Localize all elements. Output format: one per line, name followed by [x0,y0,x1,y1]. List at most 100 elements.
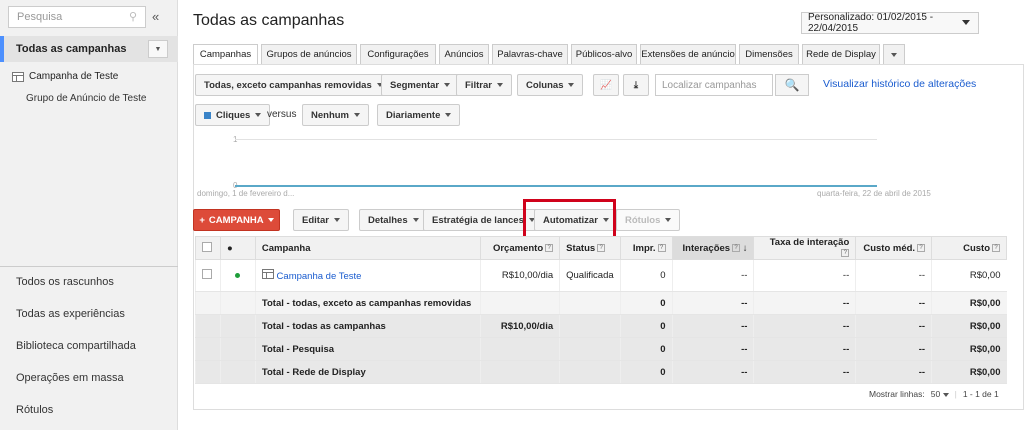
column-header-status[interactable]: Status? [559,236,621,260]
chart-toggle-button[interactable]: 📈 [593,74,619,96]
sidebar-divider [0,266,178,267]
column-header-interaction-rate[interactable]: Taxa de interação? [753,236,857,260]
sidebar-link-bulk-operations[interactable]: Operações em massa [16,372,124,384]
download-button[interactable]: ⤓ [623,74,649,96]
add-campaign-button[interactable]: + CAMPANHA [193,209,280,231]
chevron-down-icon [354,113,360,117]
sidebar-link-shared-library[interactable]: Biblioteca compartilhada [16,340,136,352]
sidebar-dropdown-icon[interactable]: ▼ [148,40,168,58]
sidebar-link-drafts[interactable]: Todos os rascunhos [16,276,114,288]
chart-end-date: quarta-feira, 22 de abril de 2015 [817,189,931,198]
chevron-down-icon [255,113,262,117]
plus-icon: + [199,214,205,226]
rows-per-page-select[interactable]: 50 [931,389,949,399]
bid-strategy-label: Estratégia de lances [432,214,524,226]
search-icon[interactable]: ⚲ [129,10,137,23]
labels-button[interactable]: Rótulos [616,209,681,231]
sidebar-link-experiments[interactable]: Todas as experiências [16,308,125,320]
columns-label: Colunas [526,79,564,91]
total-avg-cost: -- [855,314,932,338]
tab-audiences[interactable]: Públicos-alvo [571,44,637,65]
column-header-interactions[interactable]: Interações? ↓ [671,236,755,260]
period-selector[interactable]: Diariamente [377,104,461,126]
total-label: Total - todas, exceto as campanhas remov… [254,291,481,315]
line-chart-icon: 📈 [600,79,612,91]
chart-gridline [235,139,877,140]
help-icon[interactable]: ? [597,243,606,252]
column-header-label: Impr. [632,242,656,254]
date-range-label: Personalizado: 01/02/2015 - 22/04/2015 [808,12,934,34]
tab-ad-groups[interactable]: Grupos de anúncios [261,44,357,65]
column-header-cost[interactable]: Custo? [931,236,1007,260]
tab-ads[interactable]: Anúncios [439,44,489,65]
tab-bar: Campanhas Grupos de anúncios Configuraçõ… [193,44,905,65]
sidebar-item-campaign[interactable]: Campanha de Teste [12,71,118,82]
help-icon[interactable]: ? [657,243,666,252]
compare-metric-selector[interactable]: Nenhum [302,104,369,126]
column-header-avg-cost[interactable]: Custo méd.? [855,236,933,260]
find-campaigns-input[interactable]: Localizar campanhas [655,74,773,96]
change-history-link[interactable]: Visualizar histórico de alterações [823,78,976,90]
pagination-range: 1 - 1 de 1 [962,389,999,399]
chevron-down-icon [333,218,340,222]
total-impressions: 0 [619,314,673,338]
search-icon: 🔍 [784,78,800,92]
find-search-button[interactable]: 🔍 [775,74,809,96]
total-cost: R$0,00 [931,291,1007,315]
segment-button[interactable]: Segmentar [381,74,460,96]
help-icon[interactable]: ? [545,243,554,252]
main-content: Todas as campanhas Personalizado: 01/02/… [179,0,1024,430]
total-budget [480,291,560,315]
table-pagination: Mostrar linhas: 50 | 1 - 1 de 1 [869,389,999,399]
table-total-row: Total - todas as campanhas R$10,00/dia 0… [195,314,1007,338]
sidebar-item-all-campaigns[interactable]: Todas as campanhas ▼ [0,36,178,62]
columns-button[interactable]: Colunas [517,74,584,96]
download-icon: ⤓ [633,79,639,91]
column-header-impressions[interactable]: Impr.? [619,236,673,260]
sidebar-campaign-label: Campanha de Teste [29,71,119,82]
period-label: Diariamente [386,109,441,121]
help-icon[interactable]: ? [732,243,741,252]
tab-dimensions[interactable]: Dimensões [739,44,799,65]
checkbox-icon [202,269,212,279]
tab-display-network[interactable]: Rede de Display [802,44,880,65]
help-icon[interactable]: ? [841,249,850,258]
labels-label: Rótulos [625,214,661,226]
edit-label: Editar [302,214,329,226]
column-header-campaign[interactable]: Campanha [254,236,482,260]
sidebar-search-input[interactable]: Pesquisa ⚲ [8,6,146,28]
help-icon[interactable]: ? [917,243,926,252]
page-title: Todas as campanhas [193,12,345,29]
budget-cell[interactable]: R$10,00/dia [480,259,560,292]
status-filter-button[interactable]: Todas, exceto campanhas removidas [195,74,392,96]
sidebar-item-ad-group[interactable]: Grupo de Anúncio de Teste [26,93,146,104]
edit-button[interactable]: Editar [293,209,349,231]
select-all-checkbox[interactable] [195,236,221,260]
collapse-sidebar-icon[interactable]: « [152,9,159,24]
help-icon[interactable]: ? [992,243,1000,252]
highlight-box [523,199,616,239]
total-interactions: -- [671,360,754,384]
metric-selector[interactable]: Cliques [195,104,271,126]
tab-campaigns[interactable]: Campanhas [193,44,258,65]
total-interaction-rate: -- [753,337,856,361]
column-header-label: Campanha [261,242,311,254]
details-label: Detalhes [368,214,408,226]
column-header-budget[interactable]: Orçamento? [480,236,561,260]
row-checkbox[interactable] [195,259,221,292]
date-range-selector[interactable]: Personalizado: 01/02/2015 - 22/04/2015 [801,12,979,34]
checkbox-icon [202,241,212,252]
more-tabs-button[interactable] [883,44,905,65]
filter-button[interactable]: Filtrar [456,74,512,96]
tab-settings[interactable]: Configurações [360,44,436,65]
campaign-name-cell: Campanha de Teste [254,259,481,292]
campaign-link[interactable]: Campanha de Teste [277,271,362,282]
table-row: Campanha de Teste R$10,00/dia Qualificad… [195,259,1007,292]
tab-keywords[interactable]: Palavras-chave [492,44,568,65]
tab-ad-extensions[interactable]: Extensões de anúncio [640,44,736,65]
total-label: Total - Rede de Display [254,360,481,384]
sidebar-link-labels[interactable]: Rótulos [16,404,53,416]
details-button[interactable]: Detalhes [359,209,428,231]
total-impressions: 0 [619,360,673,384]
segment-label: Segmentar [390,79,440,91]
